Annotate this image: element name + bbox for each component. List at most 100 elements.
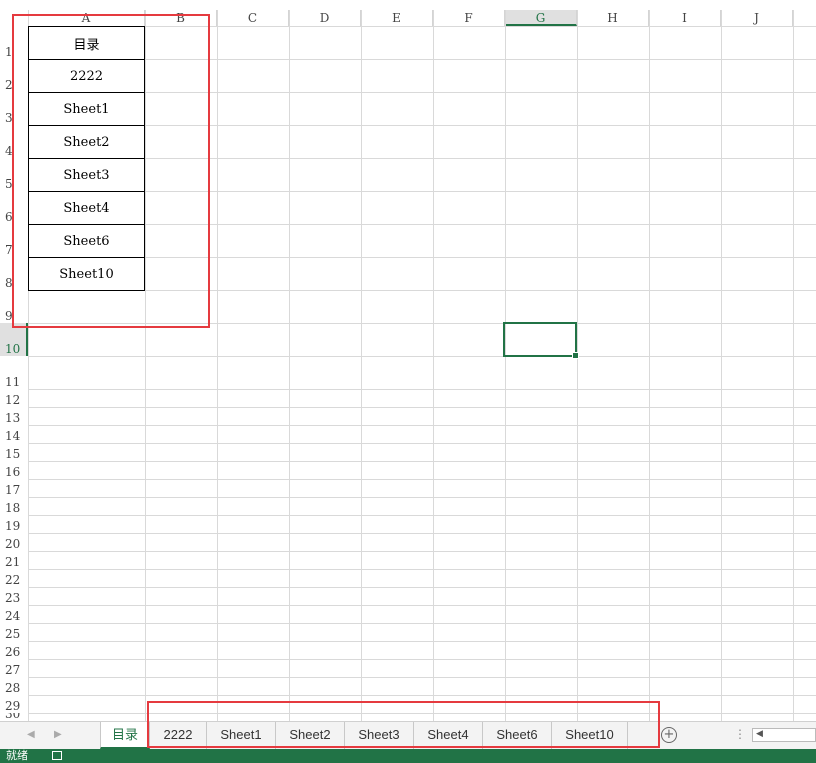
row-header[interactable]: 15 [0,443,28,461]
grid-line [217,10,218,721]
row-header[interactable]: 24 [0,605,28,623]
cell-a8[interactable]: Sheet10 [28,257,145,291]
column-header-i[interactable]: I [649,10,721,26]
status-bar: 就绪 [0,749,816,763]
row-header[interactable]: 27 [0,659,28,677]
row-header[interactable]: 6 [0,191,28,224]
grid-line [28,641,816,642]
grid-line [505,10,506,721]
row-header[interactable]: 4 [0,125,28,158]
cell-a6[interactable]: Sheet4 [28,191,145,225]
sheet-tab[interactable]: Sheet6 [483,722,552,749]
grid-line [28,191,816,192]
fill-handle[interactable] [572,352,579,359]
sheet-tab-bar: ◀ ▶ 目录 2222 Sheet1 Sheet2 Sheet3 Sheet4 … [0,721,816,749]
scroll-left-arrow-icon[interactable]: ◀ [756,729,763,739]
grid-line [433,10,434,721]
cell-a2[interactable]: 2222 [28,59,145,93]
row-header[interactable]: 10 [0,323,28,356]
column-header-c[interactable]: C [217,10,289,26]
row-header[interactable]: 29 [0,695,28,713]
column-header-a[interactable]: A [28,10,145,26]
horizontal-scrollbar[interactable]: ◀ [752,728,816,742]
row-header[interactable]: 18 [0,497,28,515]
grid-line [28,26,816,27]
more-options-icon[interactable]: ⋮ [734,727,746,741]
row-header[interactable]: 12 [0,389,28,407]
row-header[interactable]: 7 [0,224,28,257]
grid-line [28,497,816,498]
column-header-j[interactable]: J [721,10,793,26]
cell-a3[interactable]: Sheet1 [28,92,145,126]
row-header[interactable]: 26 [0,641,28,659]
sheet-tab[interactable]: Sheet10 [552,722,628,749]
grid-line [28,257,816,258]
sheet-tab-active[interactable]: 目录 [100,722,150,749]
cell-a4[interactable]: Sheet2 [28,125,145,159]
sheet-tab[interactable]: Sheet3 [345,722,414,749]
status-ready: 就绪 [6,749,28,762]
grid-line [28,92,816,93]
grid-line [28,533,816,534]
row-header[interactable]: 20 [0,533,28,551]
grid-line [28,290,816,291]
sheet-tab[interactable]: Sheet1 [207,722,276,749]
column-header-g[interactable]: G [505,10,577,26]
row-header[interactable]: 13 [0,407,28,425]
sheet-tab[interactable]: Sheet2 [276,722,345,749]
row-header[interactable]: 2 [0,59,28,92]
grid-line [28,695,816,696]
row-header[interactable]: 9 [0,290,28,323]
grid-line [28,125,816,126]
cell-a1[interactable]: 目录 [28,26,145,60]
row-header[interactable]: 11 [0,356,28,389]
sheet-tab[interactable]: 2222 [150,722,207,749]
grid-line [28,479,816,480]
row-header[interactable]: 3 [0,92,28,125]
column-header-d[interactable]: D [289,10,361,26]
grid-line [28,224,816,225]
grid-line [28,605,816,606]
grid-line [28,323,816,324]
row-header[interactable]: 21 [0,551,28,569]
row-header[interactable]: 8 [0,257,28,290]
add-sheet-icon[interactable]: + [661,727,677,743]
row-header[interactable]: 19 [0,515,28,533]
grid-line [28,551,816,552]
grid-line [577,10,578,721]
grid-line [28,677,816,678]
row-header[interactable]: 30 [0,713,28,721]
row-header[interactable]: 5 [0,158,28,191]
column-header-b[interactable]: B [145,10,217,26]
grid-line [145,10,146,721]
grid-line [28,587,816,588]
sheet-tab[interactable]: Sheet4 [414,722,483,749]
macro-record-icon[interactable] [52,751,62,760]
grid-line [28,407,816,408]
grid-line [28,659,816,660]
row-header[interactable]: 22 [0,569,28,587]
cell-a5[interactable]: Sheet3 [28,158,145,192]
row-header[interactable]: 28 [0,677,28,695]
spreadsheet-grid[interactable]: A B C D E F G H I J 1 2 3 4 5 6 7 8 9 10… [0,0,816,721]
grid-line [289,10,290,721]
grid-line [649,10,650,721]
row-header[interactable]: 25 [0,623,28,641]
row-header[interactable]: 23 [0,587,28,605]
column-header-e[interactable]: E [361,10,433,26]
cell-a7[interactable]: Sheet6 [28,224,145,258]
grid-line [28,158,816,159]
row-header[interactable]: 14 [0,425,28,443]
row-header[interactable]: 16 [0,461,28,479]
row-header[interactable]: 17 [0,479,28,497]
active-cell-selection[interactable] [503,322,579,359]
grid-line [361,10,362,721]
scroll-left-icon[interactable]: ◀ [27,729,35,740]
row-header[interactable]: 1 [0,26,28,59]
column-header-h[interactable]: H [577,10,649,26]
grid-line [28,59,816,60]
column-header-f[interactable]: F [433,10,505,26]
scroll-right-icon[interactable]: ▶ [54,729,62,740]
grid-line [28,623,816,624]
grid-line [28,713,816,714]
